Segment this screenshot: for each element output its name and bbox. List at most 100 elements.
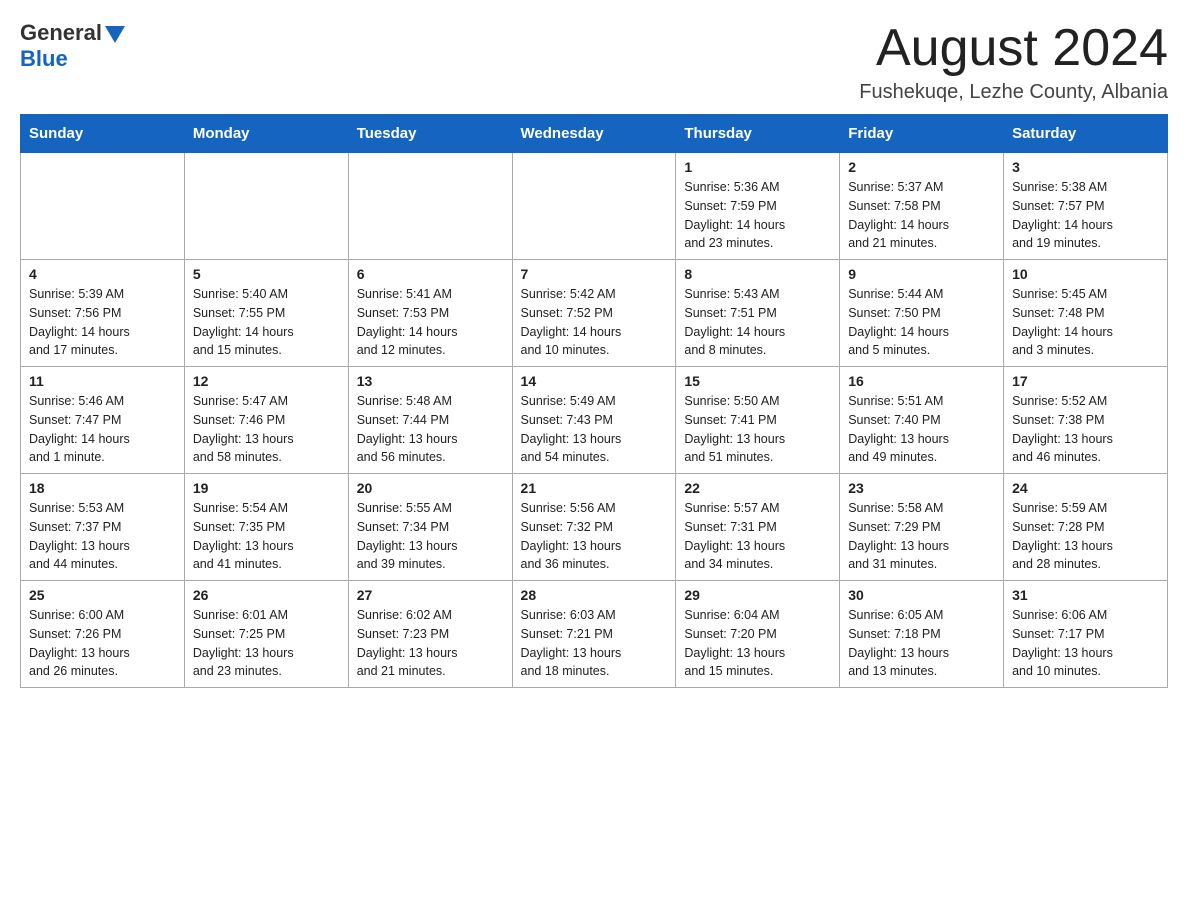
calendar-day-11: 11 Sunrise: 5:46 AMSunset: 7:47 PMDayligh… xyxy=(21,367,185,474)
calendar-table: SundayMondayTuesdayWednesdayThursdayFrid… xyxy=(20,114,1168,688)
day-info: Sunrise: 5:43 AMSunset: 7:51 PMDaylight:… xyxy=(684,285,831,360)
day-number: 23 xyxy=(848,480,995,496)
calendar-day-29: 29 Sunrise: 6:04 AMSunset: 7:20 PMDayligh… xyxy=(676,581,840,688)
calendar-week-row: 1Sunrise: 5:36 AMSunset: 7:59 PMDaylight… xyxy=(21,153,1168,260)
page-subtitle: Fushekuqe, Lezhe County, Albania xyxy=(859,81,1168,104)
day-number: 14 xyxy=(521,373,668,389)
day-number: 18 xyxy=(29,480,176,496)
day-number: 25 xyxy=(29,587,176,603)
day-info: Sunrise: 5:47 AMSunset: 7:46 PMDaylight:… xyxy=(193,392,340,467)
calendar-week-row: 18 Sunrise: 5:53 AMSunset: 7:37 PMDayligh… xyxy=(21,474,1168,581)
day-info: Sunrise: 5:57 AMSunset: 7:31 PMDaylight:… xyxy=(684,499,831,574)
day-info: Sunrise: 5:46 AMSunset: 7:47 PMDaylight:… xyxy=(29,392,176,467)
page-title: August 2024 xyxy=(859,20,1168,77)
day-number: 6 xyxy=(357,266,504,282)
calendar-week-row: 11 Sunrise: 5:46 AMSunset: 7:47 PMDayligh… xyxy=(21,367,1168,474)
calendar-week-row: 4Sunrise: 5:39 AMSunset: 7:56 PMDaylight… xyxy=(21,260,1168,367)
calendar-header-sunday: Sunday xyxy=(21,115,185,153)
calendar-day-26: 26 Sunrise: 6:01 AMSunset: 7:25 PMDayligh… xyxy=(184,581,348,688)
calendar-day-9: 9 Sunrise: 5:44 AMSunset: 7:50 PMDaylight… xyxy=(840,260,1004,367)
calendar-header-thursday: Thursday xyxy=(676,115,840,153)
day-info: Sunrise: 5:44 AMSunset: 7:50 PMDaylight:… xyxy=(848,285,995,360)
calendar-day-19: 19Sunrise: 5:54 AMSunset: 7:35 PMDayligh… xyxy=(184,474,348,581)
day-info: Sunrise: 5:49 AMSunset: 7:43 PMDaylight:… xyxy=(521,392,668,467)
day-number: 17 xyxy=(1012,373,1159,389)
day-info: Sunrise: 5:37 AMSunset: 7:58 PMDaylight:… xyxy=(848,178,995,253)
calendar-day-30: 30 Sunrise: 6:05 AMSunset: 7:18 PMDayligh… xyxy=(840,581,1004,688)
day-info: Sunrise: 5:53 AMSunset: 7:37 PMDaylight:… xyxy=(29,499,176,574)
day-number: 24 xyxy=(1012,480,1159,496)
calendar-header-saturday: Saturday xyxy=(1004,115,1168,153)
calendar-day-2: 2Sunrise: 5:37 AMSunset: 7:58 PMDaylight… xyxy=(840,153,1004,260)
day-info: Sunrise: 6:04 AMSunset: 7:20 PMDaylight:… xyxy=(684,606,831,681)
logo-blue: Blue xyxy=(20,46,68,71)
calendar-header-row: SundayMondayTuesdayWednesdayThursdayFrid… xyxy=(21,115,1168,153)
day-info: Sunrise: 5:48 AMSunset: 7:44 PMDaylight:… xyxy=(357,392,504,467)
calendar-day-empty xyxy=(21,153,185,260)
calendar-header-tuesday: Tuesday xyxy=(348,115,512,153)
calendar-day-21: 21 Sunrise: 5:56 AMSunset: 7:32 PMDayligh… xyxy=(512,474,676,581)
calendar-day-14: 14 Sunrise: 5:49 AMSunset: 7:43 PMDayligh… xyxy=(512,367,676,474)
day-info: Sunrise: 5:41 AMSunset: 7:53 PMDaylight:… xyxy=(357,285,504,360)
calendar-day-3: 3Sunrise: 5:38 AMSunset: 7:57 PMDaylight… xyxy=(1004,153,1168,260)
day-number: 27 xyxy=(357,587,504,603)
day-number: 22 xyxy=(684,480,831,496)
calendar-day-18: 18 Sunrise: 5:53 AMSunset: 7:37 PMDayligh… xyxy=(21,474,185,581)
day-number: 12 xyxy=(193,373,340,389)
calendar-day-16: 16 Sunrise: 5:51 AMSunset: 7:40 PMDayligh… xyxy=(840,367,1004,474)
day-number: 19 xyxy=(193,480,340,496)
day-info: Sunrise: 6:01 AMSunset: 7:25 PMDaylight:… xyxy=(193,606,340,681)
day-number: 21 xyxy=(521,480,668,496)
day-number: 31 xyxy=(1012,587,1159,603)
calendar-day-28: 28Sunrise: 6:03 AMSunset: 7:21 PMDayligh… xyxy=(512,581,676,688)
day-info: Sunrise: 6:02 AMSunset: 7:23 PMDaylight:… xyxy=(357,606,504,681)
calendar-day-8: 8 Sunrise: 5:43 AMSunset: 7:51 PMDaylight… xyxy=(676,260,840,367)
day-info: Sunrise: 6:06 AMSunset: 7:17 PMDaylight:… xyxy=(1012,606,1159,681)
day-info: Sunrise: 5:40 AMSunset: 7:55 PMDaylight:… xyxy=(193,285,340,360)
day-info: Sunrise: 5:42 AMSunset: 7:52 PMDaylight:… xyxy=(521,285,668,360)
day-info: Sunrise: 5:58 AMSunset: 7:29 PMDaylight:… xyxy=(848,499,995,574)
day-number: 13 xyxy=(357,373,504,389)
calendar-day-20: 20Sunrise: 5:55 AMSunset: 7:34 PMDayligh… xyxy=(348,474,512,581)
day-info: Sunrise: 5:55 AMSunset: 7:34 PMDaylight:… xyxy=(357,499,504,574)
day-number: 30 xyxy=(848,587,995,603)
calendar-day-15: 15 Sunrise: 5:50 AMSunset: 7:41 PMDayligh… xyxy=(676,367,840,474)
title-section: August 2024 Fushekuqe, Lezhe County, Alb… xyxy=(859,20,1168,104)
calendar-header-monday: Monday xyxy=(184,115,348,153)
calendar-day-23: 23 Sunrise: 5:58 AMSunset: 7:29 PMDayligh… xyxy=(840,474,1004,581)
calendar-day-10: 10Sunrise: 5:45 AMSunset: 7:48 PMDayligh… xyxy=(1004,260,1168,367)
day-number: 5 xyxy=(193,266,340,282)
day-info: Sunrise: 5:51 AMSunset: 7:40 PMDaylight:… xyxy=(848,392,995,467)
calendar-day-4: 4Sunrise: 5:39 AMSunset: 7:56 PMDaylight… xyxy=(21,260,185,367)
day-number: 11 xyxy=(29,373,176,389)
calendar-day-27: 27 Sunrise: 6:02 AMSunset: 7:23 PMDayligh… xyxy=(348,581,512,688)
logo-general: General xyxy=(20,20,102,46)
logo-arrow-icon xyxy=(105,26,125,43)
calendar-day-22: 22 Sunrise: 5:57 AMSunset: 7:31 PMDayligh… xyxy=(676,474,840,581)
calendar-day-7: 7 Sunrise: 5:42 AMSunset: 7:52 PMDaylight… xyxy=(512,260,676,367)
calendar-day-12: 12 Sunrise: 5:47 AMSunset: 7:46 PMDayligh… xyxy=(184,367,348,474)
calendar-day-25: 25 Sunrise: 6:00 AMSunset: 7:26 PMDayligh… xyxy=(21,581,185,688)
day-number: 8 xyxy=(684,266,831,282)
day-number: 26 xyxy=(193,587,340,603)
calendar-day-empty xyxy=(512,153,676,260)
day-number: 4 xyxy=(29,266,176,282)
day-info: Sunrise: 5:59 AMSunset: 7:28 PMDaylight:… xyxy=(1012,499,1159,574)
day-info: Sunrise: 5:56 AMSunset: 7:32 PMDaylight:… xyxy=(521,499,668,574)
day-number: 9 xyxy=(848,266,995,282)
calendar-day-24: 24 Sunrise: 5:59 AMSunset: 7:28 PMDayligh… xyxy=(1004,474,1168,581)
day-number: 15 xyxy=(684,373,831,389)
calendar-day-empty xyxy=(348,153,512,260)
day-number: 7 xyxy=(521,266,668,282)
calendar-day-empty xyxy=(184,153,348,260)
day-info: Sunrise: 5:45 AMSunset: 7:48 PMDaylight:… xyxy=(1012,285,1159,360)
day-info: Sunrise: 6:00 AMSunset: 7:26 PMDaylight:… xyxy=(29,606,176,681)
day-info: Sunrise: 6:05 AMSunset: 7:18 PMDaylight:… xyxy=(848,606,995,681)
day-number: 29 xyxy=(684,587,831,603)
day-info: Sunrise: 5:36 AMSunset: 7:59 PMDaylight:… xyxy=(684,178,831,253)
header: General Blue August 2024 Fushekuqe, Lezh… xyxy=(20,20,1168,104)
calendar-day-31: 31 Sunrise: 6:06 AMSunset: 7:17 PMDayligh… xyxy=(1004,581,1168,688)
day-number: 16 xyxy=(848,373,995,389)
day-number: 3 xyxy=(1012,159,1159,175)
day-info: Sunrise: 5:50 AMSunset: 7:41 PMDaylight:… xyxy=(684,392,831,467)
